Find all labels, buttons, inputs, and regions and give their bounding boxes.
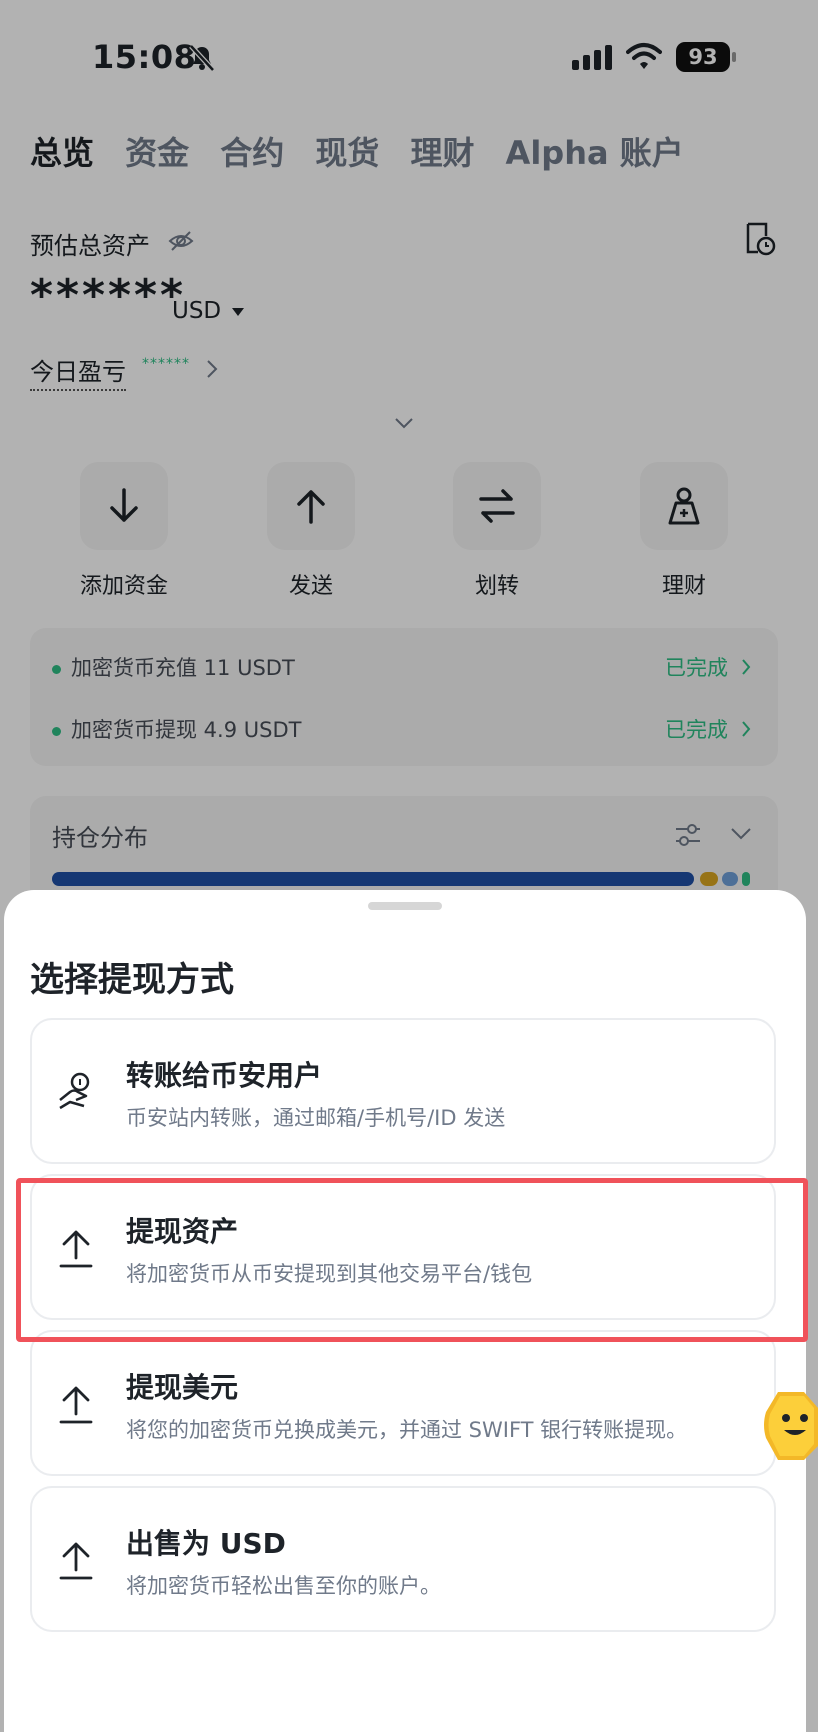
option-description: 币安站内转账，通过邮箱/手机号/ID 发送 xyxy=(126,1106,506,1130)
option-withdraw-usd[interactable]: 提现美元 将您的加密货币兑换成美元，并通过 SWIFT 银行转账提现。 xyxy=(30,1330,776,1476)
assistant-mascot-icon[interactable] xyxy=(764,1388,818,1462)
upload-icon xyxy=(59,1542,93,1580)
option-title: 提现美元 xyxy=(126,1371,239,1404)
option-sell-for-usd[interactable]: 出售为 USD 将加密货币轻松出售至你的账户。 xyxy=(30,1486,776,1632)
option-title: 出售为 USD xyxy=(126,1527,286,1560)
option-transfer-to-binance-user[interactable]: 转账给币安用户 币安站内转账，通过邮箱/手机号/ID 发送 xyxy=(30,1018,776,1164)
highlight-box xyxy=(16,1178,808,1342)
user-transfer-icon xyxy=(59,1072,90,1110)
page: 15:08 93 总览 资金 合约 现货 理财 Alpha 账户 预估总资产 *… xyxy=(0,0,818,1732)
option-description: 将加密货币轻松出售至你的账户。 xyxy=(126,1574,441,1598)
option-title: 转账给币安用户 xyxy=(126,1059,323,1092)
sheet-title: 选择提现方式 xyxy=(30,960,234,1000)
upload-icon xyxy=(59,1386,93,1424)
sheet-drag-handle[interactable] xyxy=(368,902,442,910)
option-description: 将您的加密货币兑换成美元，并通过 SWIFT 银行转账提现。 xyxy=(126,1418,688,1442)
